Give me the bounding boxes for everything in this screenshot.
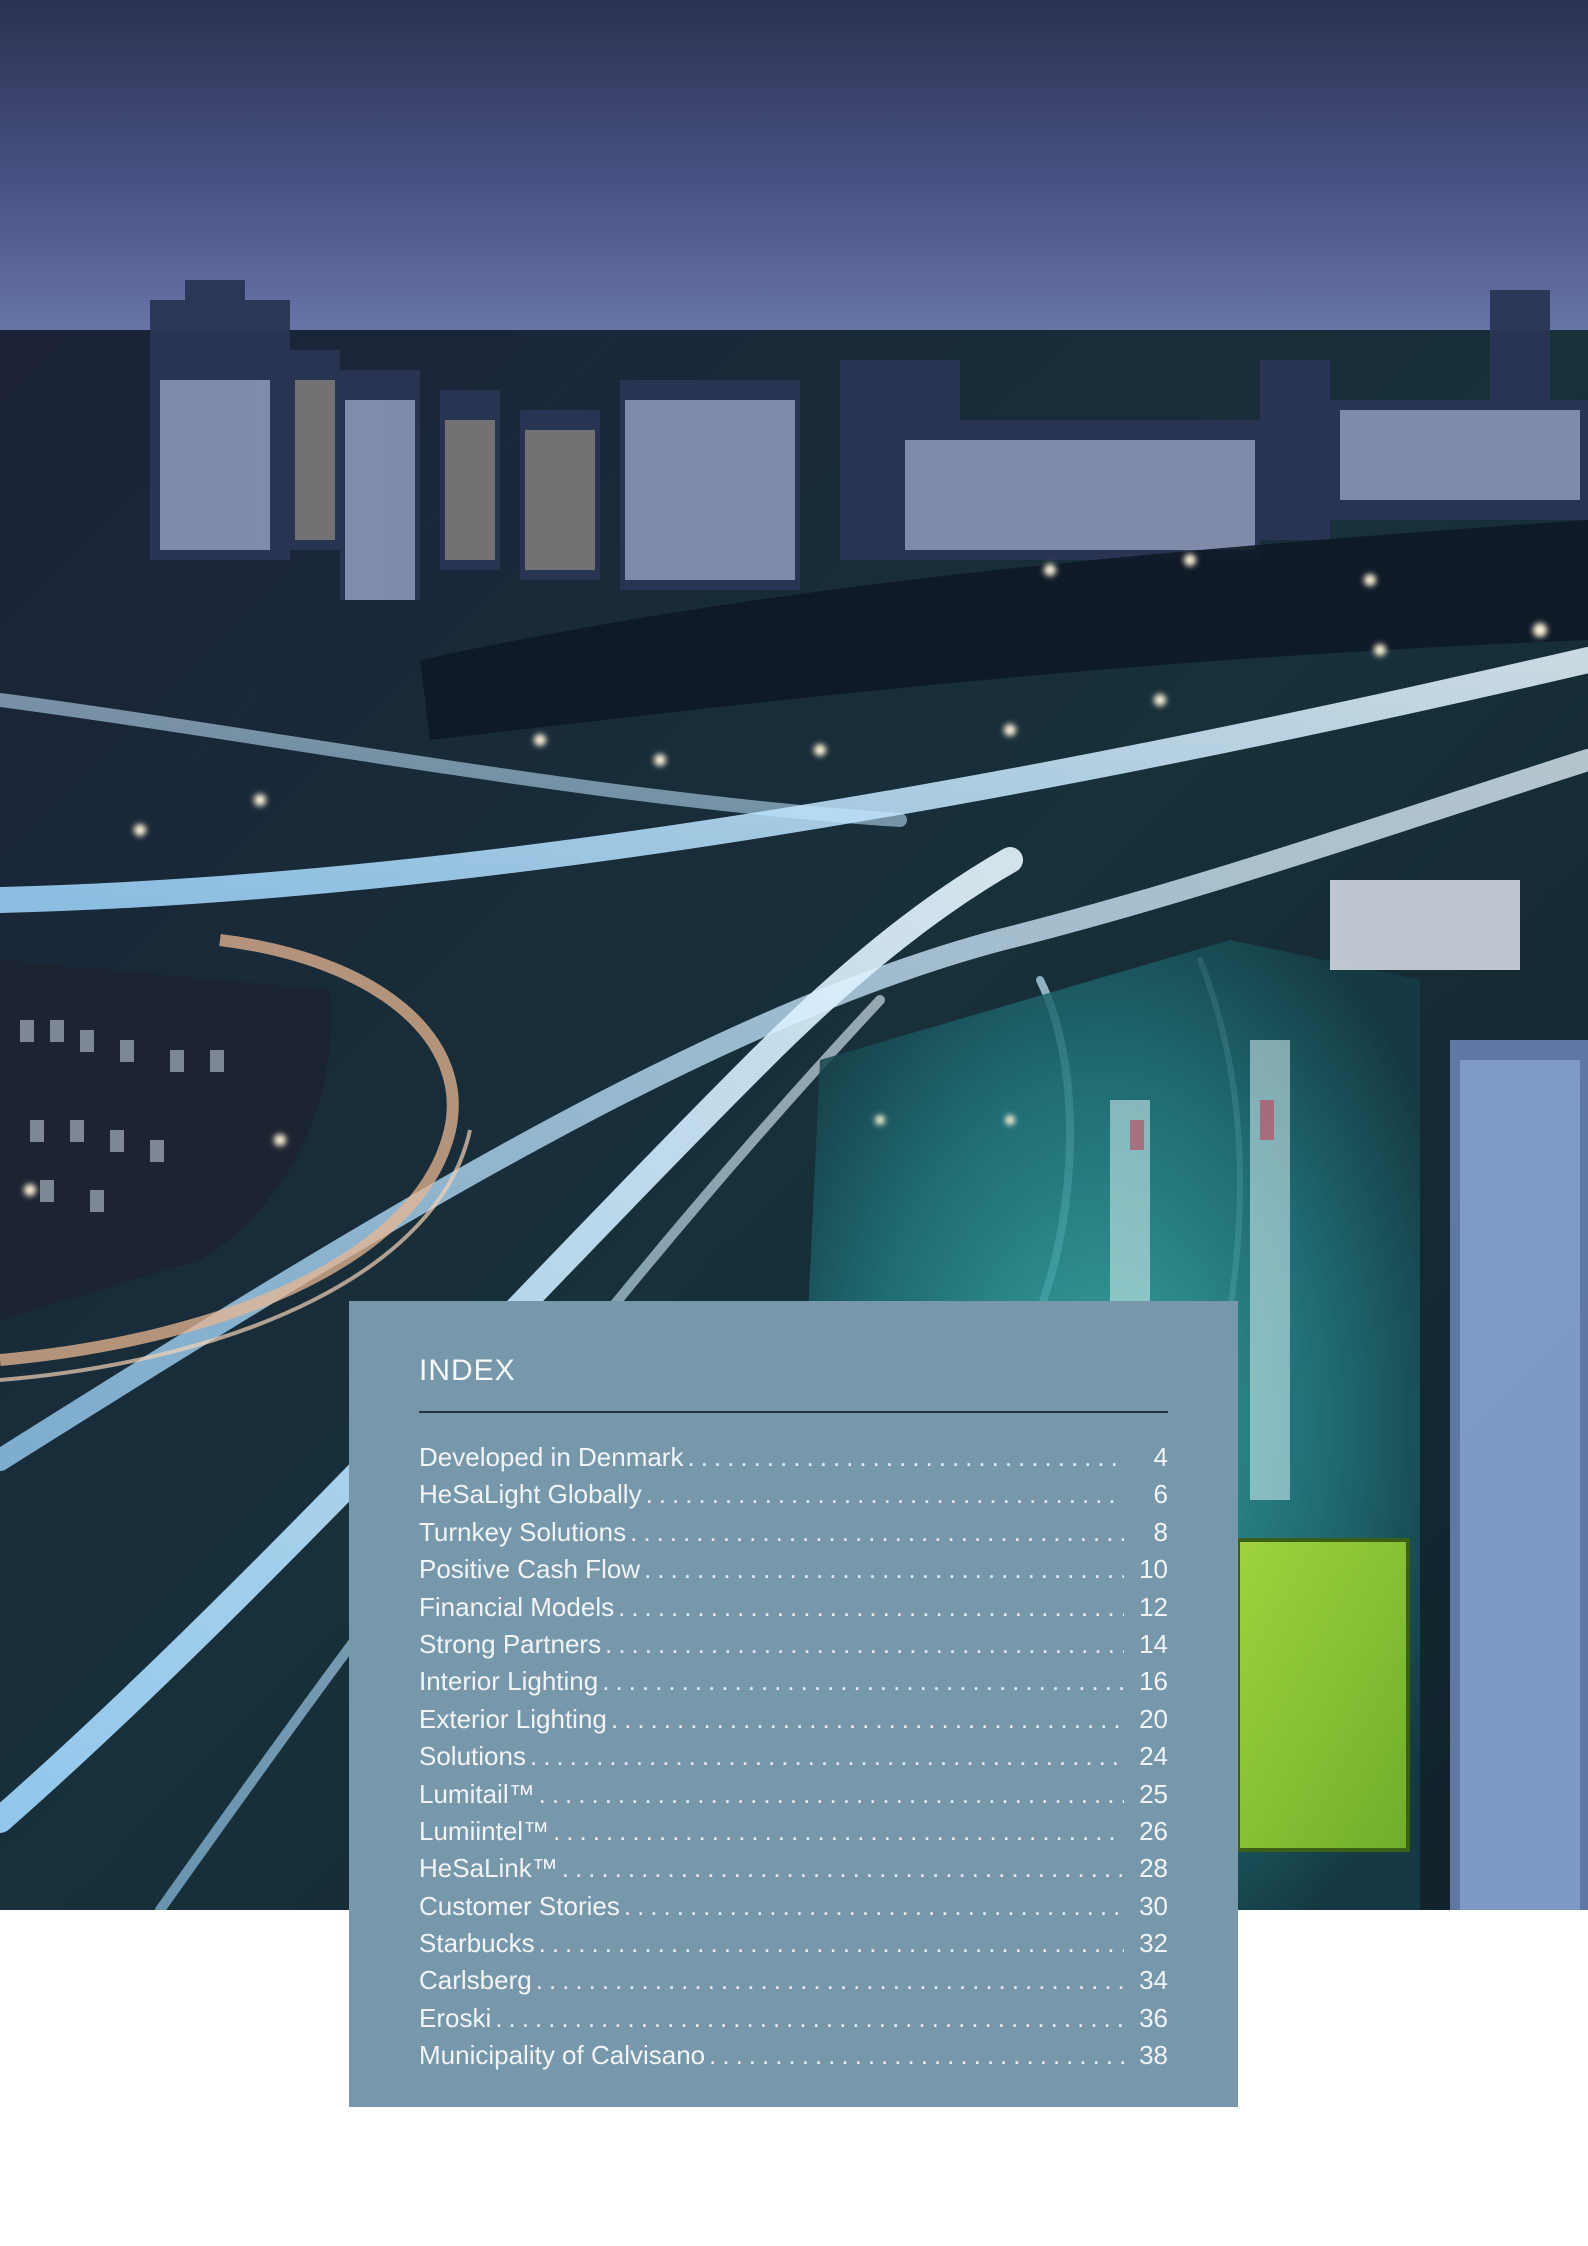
index-entry-title: Exterior Lighting: [419, 1703, 607, 1734]
dot-leader: ........................................…: [644, 1554, 1124, 1585]
dot-leader: ........................................…: [709, 2040, 1124, 2071]
index-entry-title: Eroski: [419, 2002, 492, 2033]
index-entry-title: HeSaLink™: [419, 1853, 558, 1884]
index-divider: [419, 1411, 1168, 1413]
index-entry[interactable]: Starbucks ..............................…: [419, 1925, 1168, 1962]
index-entry-title: Carlsberg: [419, 1965, 532, 1996]
index-entry[interactable]: Eroski .................................…: [419, 2000, 1168, 2037]
index-entry[interactable]: Lumiintel™ .............................…: [419, 1813, 1168, 1850]
index-entry-title: Customer Stories: [419, 1890, 620, 1921]
dot-leader: ........................................…: [610, 1703, 1124, 1734]
index-entry-page: 6: [1153, 1479, 1168, 1510]
index-entry-page: 8: [1153, 1516, 1168, 1547]
index-entry-title: Turnkey Solutions: [419, 1516, 627, 1547]
index-entry-page: 32: [1139, 1928, 1168, 1959]
index-entry[interactable]: Strong Partners ........................…: [419, 1626, 1168, 1663]
index-entry-page: 38: [1139, 2040, 1168, 2071]
index-entry[interactable]: Municipality of Calvisano ..............…: [419, 2037, 1168, 2074]
dot-leader: ........................................…: [645, 1479, 1124, 1510]
index-entry-title: Financial Models: [419, 1591, 615, 1622]
index-entry[interactable]: Developed in Denmark ...................…: [419, 1439, 1168, 1476]
index-entry-title: Interior Lighting: [419, 1666, 599, 1697]
dot-leader: ........................................…: [561, 1853, 1124, 1884]
index-entry-page: 12: [1139, 1591, 1168, 1622]
index-entry-title: Strong Partners: [419, 1628, 602, 1659]
dot-leader: ........................................…: [630, 1516, 1124, 1547]
index-entry-page: 28: [1139, 1853, 1168, 1884]
index-entry-page: 14: [1139, 1628, 1168, 1659]
index-entry-title: Lumiintel™: [419, 1815, 550, 1846]
index-entry[interactable]: HeSaLight Globally .....................…: [419, 1476, 1168, 1513]
index-entry[interactable]: Lumitail™ ..............................…: [419, 1776, 1168, 1813]
index-entry-page: 25: [1139, 1778, 1168, 1809]
index-entry-title: Municipality of Calvisano: [419, 2040, 706, 2071]
dot-leader: ........................................…: [538, 1778, 1124, 1809]
dot-leader: ........................................…: [529, 1741, 1124, 1772]
dot-leader: ........................................…: [602, 1666, 1124, 1697]
index-entry-page: 4: [1153, 1442, 1168, 1472]
index-entry-page: 34: [1139, 1965, 1168, 1996]
index-entry[interactable]: Solutions ..............................…: [419, 1738, 1168, 1775]
index-entry[interactable]: Exterior Lighting ......................…: [419, 1701, 1168, 1738]
dot-leader: ........................................…: [623, 1890, 1124, 1921]
dot-leader: ........................................…: [553, 1815, 1124, 1846]
index-entry-title: Lumitail™: [419, 1778, 535, 1809]
index-panel: INDEX Developed in Denmark .............…: [349, 1301, 1238, 2107]
index-entry-page: 10: [1139, 1554, 1168, 1585]
index-entry-page: 30: [1139, 1890, 1168, 1921]
index-entry-page: 16: [1139, 1666, 1168, 1697]
index-entry[interactable]: Carlsberg ..............................…: [419, 1962, 1168, 1999]
index-entry-page: 36: [1139, 2002, 1168, 2033]
dot-leader: ........................................…: [495, 2002, 1124, 2033]
index-entry-page: 20: [1139, 1703, 1168, 1734]
index-entry[interactable]: Customer Stories .......................…: [419, 1888, 1168, 1925]
index-entry-title: Developed in Denmark: [419, 1442, 684, 1472]
index-entry[interactable]: Financial Models .......................…: [419, 1589, 1168, 1626]
index-title: INDEX: [419, 1354, 516, 1387]
dot-leader: ........................................…: [538, 1928, 1124, 1959]
index-list: Developed in Denmark ...................…: [419, 1439, 1168, 2075]
index-entry-title: Positive Cash Flow: [419, 1554, 641, 1585]
index-entry-title: HeSaLight Globally: [419, 1479, 642, 1510]
dot-leader: ........................................…: [535, 1965, 1124, 1996]
dot-leader: ........................................…: [687, 1442, 1124, 1472]
index-entry[interactable]: Interior Lighting ......................…: [419, 1663, 1168, 1700]
dot-leader: ........................................…: [618, 1591, 1124, 1622]
index-entry-page: 24: [1139, 1741, 1168, 1772]
index-entry[interactable]: HeSaLink™ ..............................…: [419, 1850, 1168, 1887]
dot-leader: ........................................…: [605, 1628, 1124, 1659]
index-entry-title: Solutions: [419, 1741, 526, 1772]
index-entry[interactable]: Positive Cash Flow .....................…: [419, 1551, 1168, 1588]
index-entry-page: 26: [1139, 1815, 1168, 1846]
index-entry-title: Starbucks: [419, 1928, 535, 1959]
index-entry[interactable]: Turnkey Solutions ......................…: [419, 1514, 1168, 1551]
